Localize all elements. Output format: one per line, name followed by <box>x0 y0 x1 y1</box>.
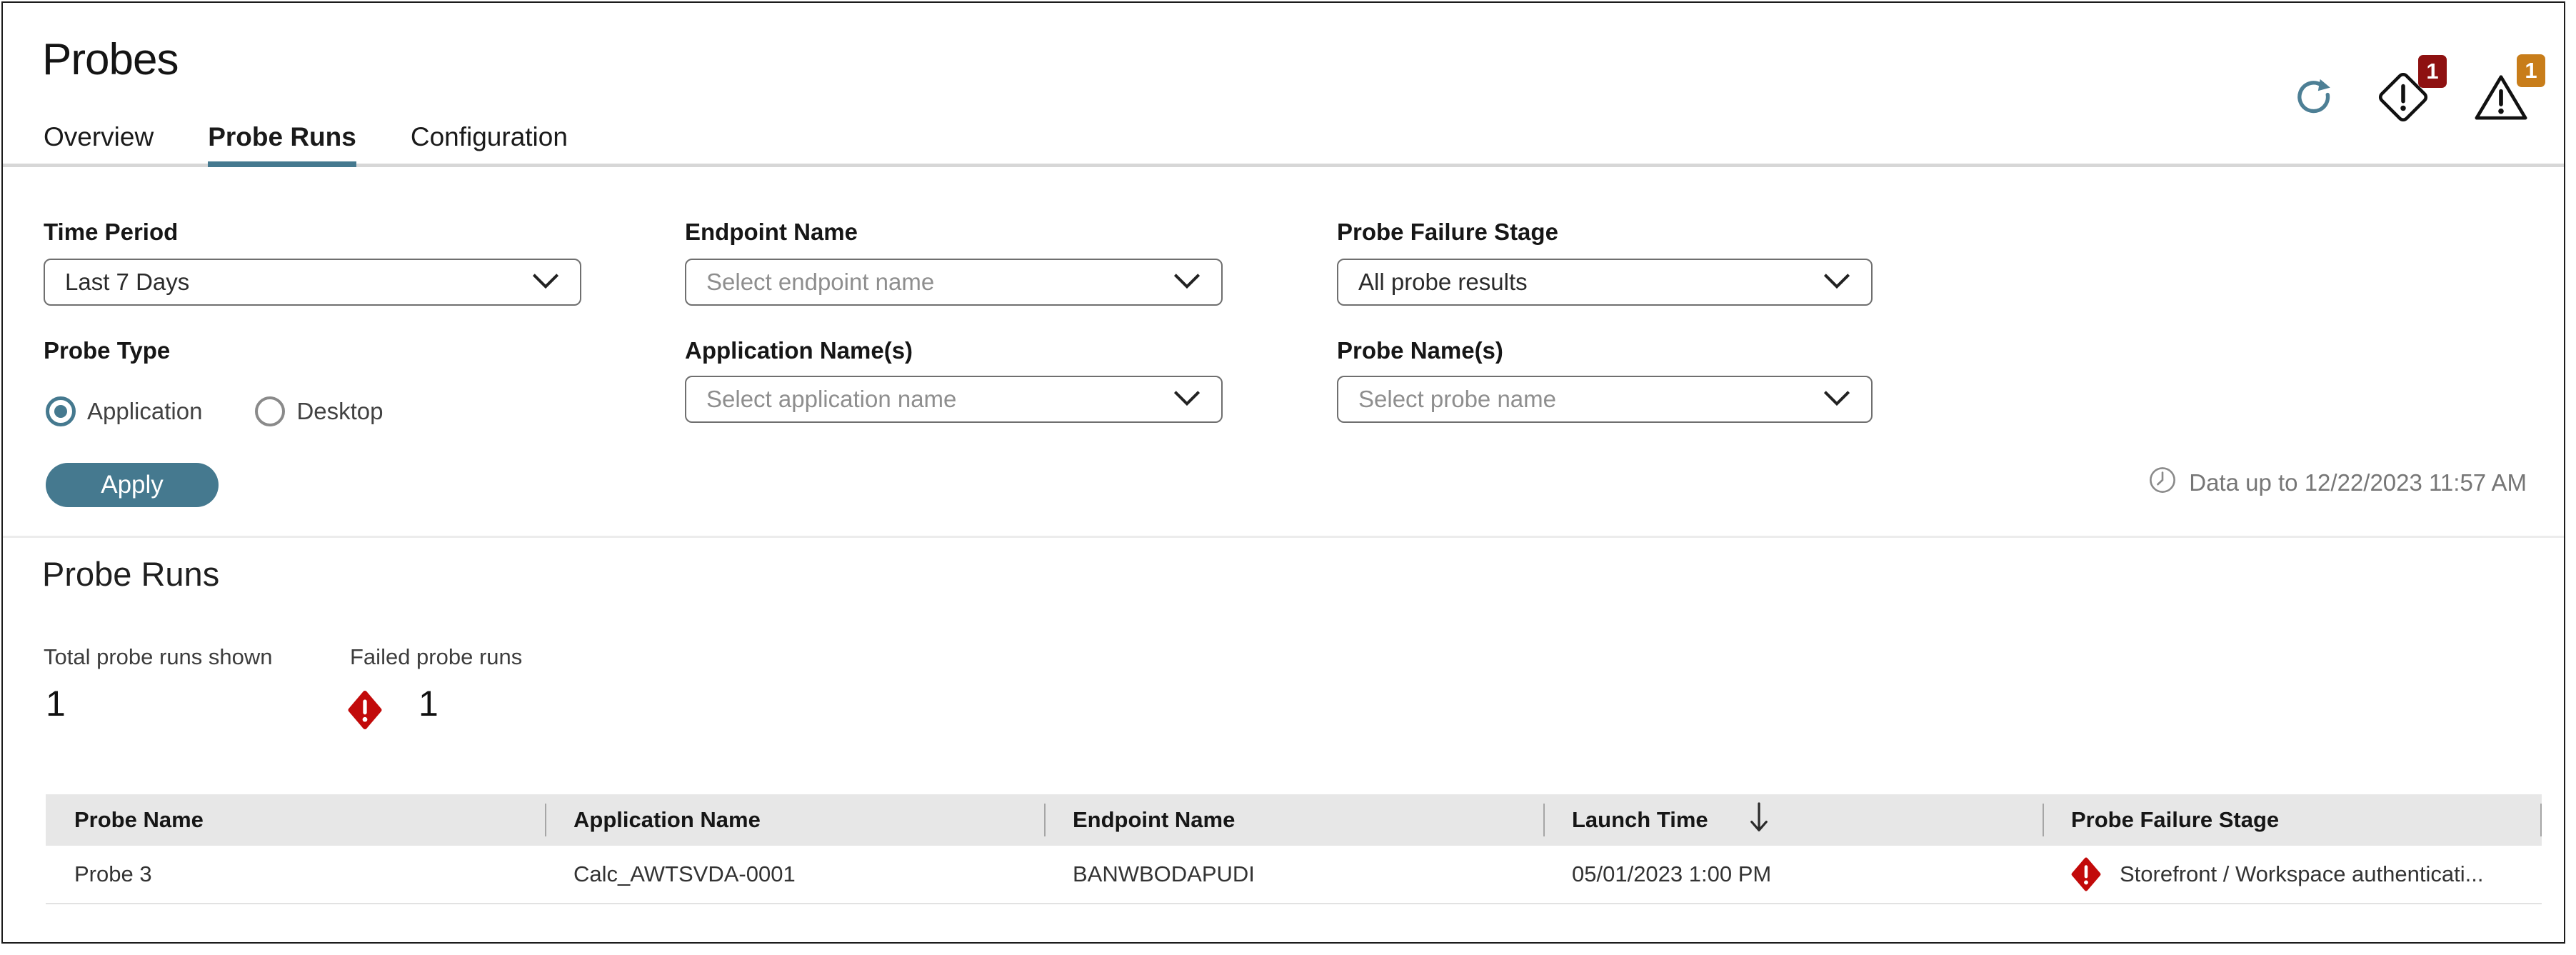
total-probe-runs-label: Total probe runs shown <box>44 644 273 669</box>
chevron-down-icon <box>1823 389 1851 410</box>
section-title: Probe Runs <box>42 555 220 593</box>
column-header-launch-time[interactable]: Launch Time <box>1543 794 2043 846</box>
failed-probe-runs-value: 1 <box>419 684 438 724</box>
cell-probe-failure-stage: Storefront / Workspace authenticati... <box>2043 857 2542 891</box>
data-freshness-text: Data up to 12/22/2023 11:57 AM <box>2189 469 2527 496</box>
application-names-select[interactable]: Select application name <box>685 376 1223 423</box>
cell-probe-name: Probe 3 <box>74 861 152 886</box>
application-names-placeholder: Select application name <box>706 386 957 412</box>
chevron-down-icon <box>1173 272 1201 293</box>
failed-diamond-icon <box>348 690 382 734</box>
radio-application[interactable] <box>46 396 76 426</box>
probe-failure-stage-select[interactable]: All probe results <box>1337 259 1873 306</box>
column-header-endpoint-name[interactable]: Endpoint Name <box>1044 794 1543 846</box>
radio-application-label[interactable]: Application <box>87 398 202 425</box>
column-header-probe-failure-stage[interactable]: Probe Failure Stage <box>2043 794 2542 846</box>
endpoint-name-label: Endpoint Name <box>685 219 858 245</box>
failed-diamond-icon <box>2071 857 2101 891</box>
page-title: Probes <box>42 35 179 84</box>
probe-runs-table: Probe Name Application Name Endpoint Nam… <box>46 794 2542 904</box>
probe-names-placeholder: Select probe name <box>1358 386 1557 412</box>
table-row: Probe 3 Calc_AWTSVDA-0001 BANWBODAPUDI 0… <box>46 846 2542 904</box>
application-names-label: Application Name(s) <box>685 337 913 364</box>
probe-names-select[interactable]: Select probe name <box>1337 376 1873 423</box>
tab-configuration[interactable]: Configuration <box>411 122 568 164</box>
column-header-application-name[interactable]: Application Name <box>545 794 1044 846</box>
cell-launch-time: 05/01/2023 1:00 PM <box>1572 861 1772 886</box>
radio-desktop-label[interactable]: Desktop <box>296 398 383 425</box>
probe-type-label: Probe Type <box>44 337 171 364</box>
failure-stage-text: Storefront / Workspace authenticati... <box>2120 861 2484 886</box>
cell-application-name: Calc_AWTSVDA-0001 <box>573 861 796 886</box>
apply-button[interactable]: Apply <box>46 463 219 507</box>
time-period-select[interactable]: Last 7 Days <box>44 259 581 306</box>
clock-icon <box>2147 465 2177 501</box>
cell-endpoint-name: BANWBODAPUDI <box>1073 861 1255 886</box>
failed-probe-runs-label: Failed probe runs <box>350 644 523 669</box>
sort-descending-icon <box>1748 801 1770 839</box>
data-freshness: Data up to 12/22/2023 11:57 AM <box>2147 466 2527 500</box>
radio-desktop[interactable] <box>255 396 286 426</box>
tab-overview[interactable]: Overview <box>44 122 154 164</box>
critical-alert-count-badge: 1 <box>2418 55 2447 88</box>
endpoint-name-select[interactable]: Select endpoint name <box>685 259 1223 306</box>
total-probe-runs-value: 1 <box>46 684 66 724</box>
time-period-value: Last 7 Days <box>65 269 190 295</box>
probes-page: Probes 1 1 Overview Probe Runs Configura… <box>1 1 2565 944</box>
probe-type-radio-group: Application Desktop <box>46 396 384 426</box>
section-divider <box>3 536 2564 538</box>
probe-failure-stage-value: All probe results <box>1358 269 1528 295</box>
chevron-down-icon <box>531 272 560 293</box>
refresh-button[interactable] <box>2294 77 2334 121</box>
tab-bar: Overview Probe Runs Configuration <box>3 116 2564 167</box>
chevron-down-icon <box>1173 389 1201 410</box>
tab-probe-runs[interactable]: Probe Runs <box>208 122 356 167</box>
warning-alert-count-badge: 1 <box>2517 54 2545 87</box>
endpoint-name-placeholder: Select endpoint name <box>706 269 935 295</box>
probe-names-label: Probe Name(s) <box>1337 337 1503 364</box>
table-header-row: Probe Name Application Name Endpoint Nam… <box>46 794 2542 846</box>
column-header-probe-name[interactable]: Probe Name <box>46 794 545 846</box>
chevron-down-icon <box>1823 272 1851 293</box>
time-period-label: Time Period <box>44 219 179 245</box>
probe-failure-stage-label: Probe Failure Stage <box>1337 219 1558 245</box>
